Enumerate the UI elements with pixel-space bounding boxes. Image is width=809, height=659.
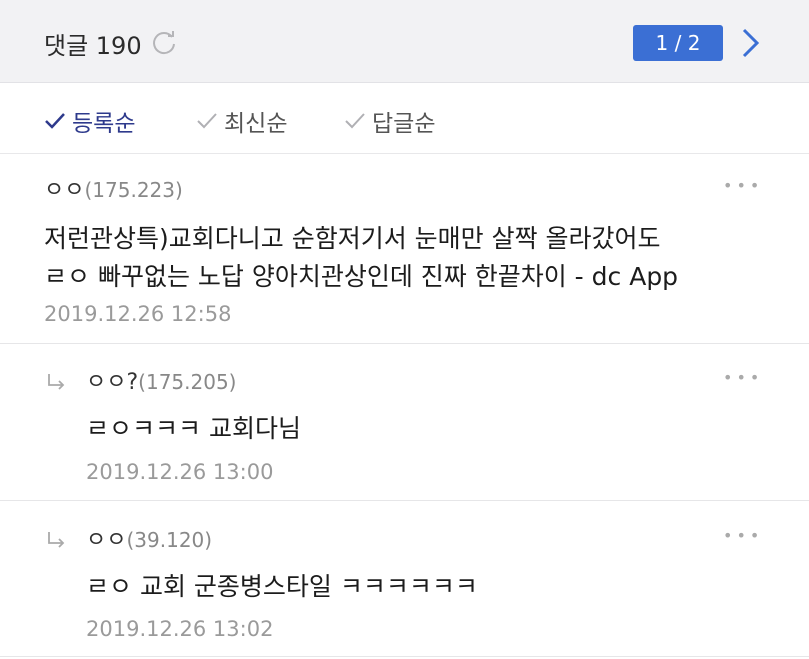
chevron-right-icon[interactable] — [735, 26, 765, 60]
comment-author[interactable]: ㅇㅇ(175.223) — [44, 172, 183, 204]
reply-arrow-icon — [48, 374, 65, 390]
author-ip: (39.120) — [126, 528, 213, 552]
sort-latest[interactable]: 최신순 — [196, 104, 287, 138]
sort-bar: 등록순 최신순 답글순 — [0, 83, 809, 154]
reply-author[interactable]: ㅇㅇ(39.120) — [86, 522, 212, 554]
author-nickname: ㅇㅇ — [86, 528, 127, 553]
comment-count-title: 댓글 190 — [44, 32, 142, 60]
reply-body: ㄹㅇㅋㅋㅋ 교회다님 — [86, 414, 301, 443]
sort-label: 최신순 — [224, 111, 288, 137]
comment-timestamp: 2019.12.26 12:58 — [44, 302, 232, 326]
comment-line: ㄹㅇ 빠꾸없는 노답 양아치관상인데 진짜 한끝차이 - dc App — [44, 262, 679, 291]
page-indicator: 1 / 2 — [633, 25, 723, 61]
more-options-icon[interactable]: ••• — [723, 176, 763, 195]
reply-arrow-icon — [48, 532, 65, 548]
reply-timestamp: 2019.12.26 13:00 — [86, 460, 274, 484]
author-ip: (175.223) — [84, 178, 183, 202]
reply-author[interactable]: ㅇㅇ?(175.205) — [86, 364, 236, 396]
comment-body: 저런관상특)교회다니고 순함저기서 눈매만 살짝 올라갔어도 ㄹㅇ 빠꾸없는 노… — [44, 220, 678, 296]
divider — [0, 656, 809, 657]
sort-replies[interactable]: 답글순 — [344, 104, 435, 138]
reply-timestamp: 2019.12.26 13:02 — [86, 617, 274, 641]
author-nickname: ㅇㅇ — [44, 178, 85, 203]
sort-label: 답글순 — [372, 111, 436, 137]
divider — [0, 500, 809, 501]
author-ip: (175.205) — [138, 370, 237, 394]
check-icon — [45, 113, 65, 129]
check-icon — [345, 113, 365, 129]
refresh-icon[interactable] — [150, 29, 178, 57]
sort-label: 등록순 — [72, 111, 136, 137]
comment-line: 저런관상특)교회다니고 순함저기서 눈매만 살짝 올라갔어도 — [44, 224, 661, 253]
author-nickname: ㅇㅇ? — [86, 370, 139, 395]
more-options-icon[interactable]: ••• — [723, 368, 763, 387]
check-icon — [197, 113, 217, 129]
divider — [0, 343, 809, 344]
more-options-icon[interactable]: ••• — [723, 526, 763, 545]
reply-body: ㄹㅇ 교회 군종병스타일 ㅋㅋㅋㅋㅋㅋ — [86, 572, 478, 601]
comments-header: 댓글 190 1 / 2 — [0, 0, 809, 83]
sort-registered[interactable]: 등록순 — [44, 104, 135, 138]
